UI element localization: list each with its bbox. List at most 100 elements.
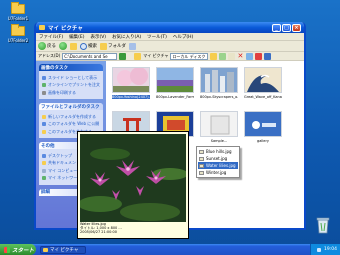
volume-icon[interactable] (317, 247, 322, 252)
image-file-icon (199, 170, 204, 175)
start-button[interactable]: スタート (0, 244, 36, 255)
desktop-icon (42, 153, 46, 158)
forward-arrow-icon (59, 42, 67, 50)
windows-logo-icon (4, 246, 10, 253)
thumbnail-image (156, 67, 194, 93)
printer-icon (42, 90, 46, 95)
go-button[interactable] (119, 52, 127, 60)
desktop-folder-1[interactable]: U7Folder1 (4, 2, 32, 21)
menu-tools[interactable]: ツール(T) (147, 34, 167, 40)
location-field[interactable]: ローカル ディスク (C:) (170, 52, 209, 60)
task-new-folder[interactable]: 新しいフォルダを作成する (42, 114, 100, 120)
thumbnail-image (200, 111, 238, 137)
menu-item-water-lilies[interactable]: Water lilies.jpg (198, 162, 238, 169)
window-title: マイ ピクチャ (48, 25, 83, 32)
folder-icon (134, 52, 142, 60)
address-label: アドレス(D) (38, 53, 61, 58)
thumbnail-image (200, 67, 238, 93)
recycle-bin-icon[interactable] (316, 216, 330, 234)
back-label: 戻る (47, 44, 56, 49)
folder-icon (11, 24, 25, 36)
computer-icon (42, 168, 46, 173)
menu-file[interactable]: ファイル(F) (39, 34, 63, 40)
folder-icon (11, 2, 25, 14)
toolbar: 戻る 検索 フォルダ (36, 41, 304, 52)
minimize-button[interactable]: _ (272, 23, 281, 32)
thumbnail-item[interactable]: Great_Wave_off_Kanag... (244, 67, 282, 99)
address-field[interactable]: C:\Documents and Se (62, 52, 118, 60)
stop-icon[interactable] (255, 52, 263, 60)
system-tray: 19:04 (310, 244, 340, 255)
tab-label[interactable]: マイ ピクチャ (143, 53, 168, 59)
thumbnail-item[interactable]: 800px-Skyscrapers_o... (200, 67, 238, 99)
thumbnail-caption: 800px-Yoshino(2407)... (112, 95, 150, 99)
menu-favorites[interactable]: お気に入り(A) (112, 34, 141, 40)
water-lilies-preview (80, 134, 186, 222)
delete-icon[interactable]: ✕ (237, 52, 244, 60)
menu-item-blue-hills[interactable]: Blue hills.jpg (198, 148, 238, 155)
tooltip-date: 2005/06/27 21:00:00 (80, 230, 118, 234)
clock: 19:04 (324, 247, 337, 252)
order-prints-icon (42, 83, 46, 87)
thumbnail-image (112, 67, 150, 93)
folders-button[interactable]: フォルダ (100, 42, 126, 50)
folders-icon (100, 42, 107, 50)
forward-button[interactable] (59, 42, 67, 50)
thumbnail-item[interactable]: 800px-Yoshino(2407)... (112, 67, 150, 99)
back-arrow-icon (38, 42, 46, 50)
new-folder-icon (42, 114, 46, 119)
views-icon (129, 42, 136, 50)
desktop-icon-label: U7Folder2 (7, 38, 29, 43)
folder-icon (42, 161, 46, 165)
folder-icon (39, 25, 45, 30)
thumbnail-caption: Sample... (210, 139, 228, 143)
thumbnail-item[interactable]: gallery (244, 111, 282, 143)
image-file-icon (199, 149, 204, 154)
menu-item-sunset[interactable]: Sunset.jpg (198, 155, 238, 162)
folder-up-icon (70, 42, 77, 50)
views-button[interactable] (129, 42, 136, 50)
menu-help[interactable]: ヘルプ(H) (173, 34, 193, 40)
menu-edit[interactable]: 編集(E) (69, 34, 84, 40)
back-button[interactable]: 戻る (38, 42, 56, 50)
thumbnail-item[interactable]: Sample... (200, 111, 238, 143)
folders-label: フォルダ (108, 44, 126, 49)
move-icon[interactable] (228, 52, 236, 60)
search-label: 検索 (88, 44, 97, 49)
network-icon (42, 176, 46, 180)
close-button[interactable]: × (292, 23, 301, 32)
up-button[interactable] (70, 42, 77, 50)
slideshow-icon (42, 75, 46, 80)
file-tasks-header[interactable]: ファイルとフォルダのタスク (39, 103, 103, 110)
menu-view[interactable]: 表示(V) (90, 34, 106, 40)
menu-bar: ファイル(F) 編集(E) 表示(V) お気に入り(A) ツール(T) ヘルプ(… (36, 33, 304, 41)
title-bar[interactable]: マイ ピクチャ _ □ × (36, 22, 304, 33)
thumbnail-item[interactable]: 800px-Lavender_Farm... (156, 67, 194, 99)
image-file-icon (199, 156, 204, 161)
undo-icon[interactable] (246, 52, 254, 60)
thumbnail-caption: gallery (257, 139, 269, 143)
thumbnail-image (244, 111, 282, 137)
share-icon (42, 129, 46, 134)
image-tasks-panel: 画像のタスク スライド ショーとして表示 オンラインでプリントを注文 画像を印刷… (39, 64, 103, 99)
image-file-icon (199, 163, 204, 168)
maximize-button[interactable]: □ (282, 23, 291, 32)
task-publish-web[interactable]: このフォルダを Web に公開 (42, 121, 100, 127)
task-print[interactable]: 画像を印刷する (42, 90, 100, 96)
address-bar: アドレス(D) C:\Documents and Se マイ ピクチャ ローカル… (36, 52, 304, 61)
image-preview-tooltip: Water lilies.jpg タイトル: 1,000 x 800 ... 2… (77, 131, 189, 239)
menu-item-winter[interactable]: Winter.jpg (198, 169, 238, 176)
image-tasks-header[interactable]: 画像のタスク (39, 64, 103, 71)
taskbar: スタート マイ ピクチャ 19:04 (0, 244, 340, 255)
views-icon[interactable] (264, 52, 272, 60)
copy-icon[interactable] (219, 52, 227, 60)
task-order-prints[interactable]: オンラインでプリントを注文 (42, 82, 100, 88)
web-publish-icon (42, 122, 46, 126)
folder-icon[interactable] (210, 52, 218, 60)
task-slideshow[interactable]: スライド ショーとして表示 (42, 75, 100, 81)
taskbar-window-button[interactable]: マイ ピクチャ (40, 245, 86, 254)
desktop-folder-2[interactable]: U7Folder2 (4, 24, 32, 43)
search-button[interactable]: 検索 (80, 42, 97, 50)
file-list-popup: Blue hills.jpg Sunset.jpg Water lilies.j… (196, 146, 240, 178)
folder-icon (43, 247, 48, 252)
